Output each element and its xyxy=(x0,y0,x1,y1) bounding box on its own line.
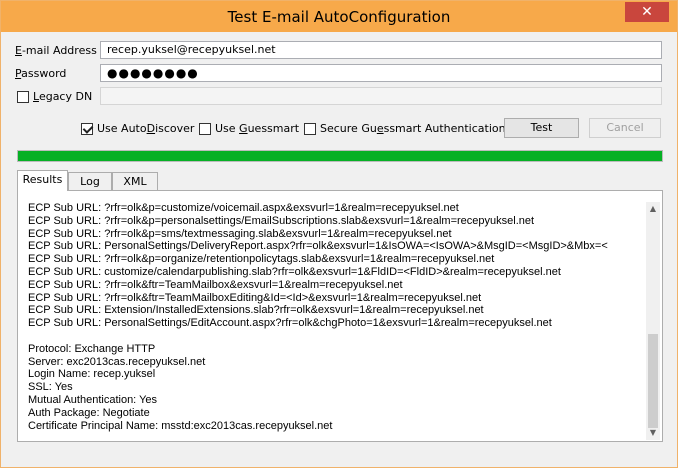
scroll-up-icon[interactable]: ▲ xyxy=(646,202,660,216)
result-line: Login Name: recep.yuksel xyxy=(28,368,156,381)
tab-results[interactable]: Results xyxy=(17,170,68,191)
title-bar[interactable]: Test E-mail AutoConfiguration ✕ xyxy=(1,1,677,32)
result-line: ECP Sub URL: PersonalSettings/EditAccoun… xyxy=(28,317,552,330)
result-line xyxy=(28,330,640,343)
email-field[interactable]: recep.yuksel@recepyuksel.net xyxy=(100,41,662,59)
result-line: ECP Sub URL: customize/calendarpublishin… xyxy=(28,265,561,278)
close-button[interactable]: ✕ xyxy=(625,2,669,22)
result-line: Server: exc2013cas.recepyuksel.net xyxy=(28,355,206,368)
secure-guessmart-checkbox[interactable]: Secure Guessmart Authentication xyxy=(304,122,506,135)
result-line: Protocol: Exchange HTTP xyxy=(28,342,156,355)
test-button[interactable]: Test xyxy=(504,118,579,138)
use-autodiscover-checkbox-box[interactable] xyxy=(81,122,93,135)
secure-guessmart-checkbox-box[interactable] xyxy=(304,122,316,135)
result-line: Auth Package: Negotiate xyxy=(28,406,150,419)
result-line: ECP Sub URL: Extension/InstalledExtensio… xyxy=(28,304,484,317)
scroll-down-icon[interactable]: ▼ xyxy=(646,426,660,440)
results-text[interactable]: ECP Sub URL: ?rfr=olk&p=customize/voicem… xyxy=(28,202,640,440)
use-guessmart-checkbox-box[interactable] xyxy=(199,122,211,135)
result-line: Certificate Principal Name: msstd:exc201… xyxy=(28,419,333,432)
result-line: ECP Sub URL: ?rfr=olk&p=sms/textmessagin… xyxy=(28,227,452,240)
legacy-dn-checkbox[interactable]: Legacy DN xyxy=(17,90,92,103)
result-line: ECP Sub URL: ?rfr=olk&p=personalsettings… xyxy=(28,214,535,227)
legacy-dn-label: Legacy DN xyxy=(33,90,93,103)
cancel-button[interactable]: Cancel xyxy=(589,118,661,138)
result-line: Mutual Authentication: Yes xyxy=(28,393,158,406)
result-line: ECP Sub URL: PersonalSettings/DeliveryRe… xyxy=(28,240,608,253)
window-title: Test E-mail AutoConfiguration xyxy=(227,8,451,26)
secure-guessmart-label: Secure Guessmart Authentication xyxy=(320,122,506,135)
legacy-dn-field xyxy=(100,87,662,105)
legacy-dn-checkbox-box[interactable] xyxy=(17,90,29,103)
tab-log[interactable]: Log xyxy=(68,172,112,191)
results-scrollbar[interactable]: ▲ ▼ xyxy=(646,202,660,440)
scrollbar-thumb[interactable] xyxy=(648,334,658,428)
results-panel: ECP Sub URL: ?rfr=olk&p=customize/voicem… xyxy=(17,190,663,442)
progress-bar-fill xyxy=(18,151,662,161)
use-guessmart-label: Use Guessmart xyxy=(215,122,300,135)
password-field[interactable]: ●●●●●●●● xyxy=(100,64,662,82)
result-line: ECP Sub URL: ?rfr=olk&ftr=TeamMailboxEdi… xyxy=(28,291,482,304)
use-autodiscover-checkbox[interactable]: Use AutoDiscover xyxy=(81,122,194,135)
result-line: SSL: Yes xyxy=(28,381,73,394)
tab-xml[interactable]: XML xyxy=(112,172,158,191)
result-line: ECP Sub URL: ?rfr=olk&p=organize/retenti… xyxy=(28,253,495,266)
password-label: Password xyxy=(15,67,67,80)
result-line: ECP Sub URL: ?rfr=olk&ftr=TeamMailbox&ex… xyxy=(28,278,403,291)
autoconfig-window: Test E-mail AutoConfiguration ✕ E-mail A… xyxy=(0,0,678,468)
result-line: ECP Sub URL: ?rfr=olk&p=customize/voicem… xyxy=(28,202,459,214)
use-autodiscover-label: Use AutoDiscover xyxy=(97,122,195,135)
email-label: E-mail Address xyxy=(15,44,97,57)
progress-bar xyxy=(17,150,663,162)
use-guessmart-checkbox[interactable]: Use Guessmart xyxy=(199,122,299,135)
